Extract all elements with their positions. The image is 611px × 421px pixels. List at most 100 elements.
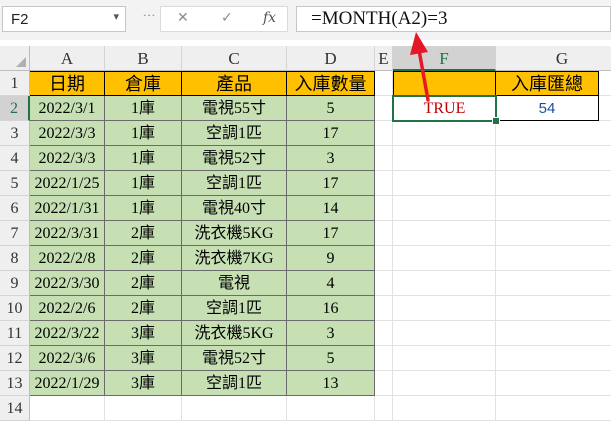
table-data-cell[interactable]: 空調1匹 [182,371,287,396]
table-data-cell[interactable]: 3 [287,146,375,171]
table-data-cell[interactable]: 17 [287,121,375,146]
table-data-cell[interactable]: 1庫 [105,146,182,171]
column-header-a[interactable]: A [30,46,105,71]
cell-empty[interactable] [375,121,393,146]
cell-empty[interactable] [375,296,393,321]
table-data-cell[interactable]: 5 [287,96,375,121]
table-data-cell[interactable]: 17 [287,221,375,246]
row-header-3[interactable]: 3 [0,121,30,146]
table-header-cell[interactable]: 倉庫 [105,71,182,96]
cell-empty[interactable] [375,196,393,221]
cell-empty[interactable] [375,346,393,371]
cell-empty[interactable] [287,396,375,421]
select-all-corner[interactable] [0,46,30,71]
table-data-cell[interactable]: 1庫 [105,196,182,221]
column-header-c[interactable]: C [182,46,287,71]
row-header-1[interactable]: 1 [0,71,30,96]
table-header-cell[interactable]: 入庫數量 [287,71,375,96]
table-data-cell[interactable]: 電視52寸 [182,346,287,371]
cell-empty[interactable] [393,246,496,271]
row-header-13[interactable]: 13 [0,371,30,396]
fill-handle[interactable] [492,117,500,125]
row-header-12[interactable]: 12 [0,346,30,371]
table-data-cell[interactable]: 2022/3/3 [30,121,105,146]
table-data-cell[interactable]: 空調1匹 [182,121,287,146]
row-header-7[interactable]: 7 [0,221,30,246]
cell-empty[interactable] [496,346,611,371]
table-data-cell[interactable]: 2022/1/31 [30,196,105,221]
table-data-cell[interactable]: 3 [287,321,375,346]
criteria-header-g1[interactable]: 入庫匯總 [496,71,599,96]
column-header-b[interactable]: B [105,46,182,71]
table-header-cell[interactable]: 產品 [182,71,287,96]
cell-empty[interactable] [393,146,496,171]
table-data-cell[interactable]: 電視 [182,271,287,296]
cell-empty[interactable] [375,96,393,121]
table-data-cell[interactable]: 5 [287,346,375,371]
table-data-cell[interactable]: 3庫 [105,346,182,371]
column-header-e[interactable]: E [375,46,393,71]
cell-empty[interactable] [375,171,393,196]
column-header-d[interactable]: D [287,46,375,71]
table-data-cell[interactable]: 空調1匹 [182,296,287,321]
cell-empty[interactable] [375,221,393,246]
column-header-f[interactable]: F [393,46,496,71]
table-data-cell[interactable]: 4 [287,271,375,296]
table-data-cell[interactable]: 1庫 [105,96,182,121]
table-data-cell[interactable]: 3庫 [105,371,182,396]
cell-empty[interactable] [496,171,611,196]
cell-empty[interactable] [375,371,393,396]
cell-empty[interactable] [393,296,496,321]
table-data-cell[interactable]: 洗衣機5KG [182,321,287,346]
formula-input[interactable]: =MONTH(A2)=3 [296,6,611,32]
table-data-cell[interactable]: 2022/1/25 [30,171,105,196]
row-header-6[interactable]: 6 [0,196,30,221]
table-data-cell[interactable]: 9 [287,246,375,271]
table-data-cell[interactable]: 2022/2/8 [30,246,105,271]
cell-empty[interactable] [496,121,611,146]
cell-empty[interactable] [496,246,611,271]
cell-empty[interactable] [496,371,611,396]
table-data-cell[interactable]: 3庫 [105,321,182,346]
row-header-4[interactable]: 4 [0,146,30,171]
cell-empty[interactable] [393,196,496,221]
cell-empty[interactable] [496,296,611,321]
cell-empty[interactable] [375,146,393,171]
row-header-9[interactable]: 9 [0,271,30,296]
table-data-cell[interactable]: 2庫 [105,271,182,296]
table-data-cell[interactable]: 2022/3/30 [30,271,105,296]
row-header-8[interactable]: 8 [0,246,30,271]
cell-empty[interactable] [393,271,496,296]
drag-handle-icon[interactable]: ⋮ [141,9,156,21]
table-data-cell[interactable]: 電視52寸 [182,146,287,171]
table-data-cell[interactable]: 洗衣機5KG [182,221,287,246]
table-data-cell[interactable]: 1庫 [105,121,182,146]
result-cell-g2[interactable]: 54 [496,96,599,121]
table-data-cell[interactable]: 2庫 [105,221,182,246]
cell-empty[interactable] [105,396,182,421]
row-header-10[interactable]: 10 [0,296,30,321]
confirm-icon[interactable]: ✓ [221,10,233,26]
column-header-g[interactable]: G [496,46,611,71]
cell-empty[interactable] [375,71,393,96]
table-data-cell[interactable]: 2022/1/29 [30,371,105,396]
cell-empty[interactable] [30,396,105,421]
name-box[interactable]: F2 ▾ [2,6,126,32]
table-data-cell[interactable]: 2022/3/6 [30,346,105,371]
criteria-cell-f2[interactable]: TRUE [393,96,496,121]
table-data-cell[interactable]: 空調1匹 [182,171,287,196]
table-data-cell[interactable]: 17 [287,171,375,196]
cell-empty[interactable] [393,371,496,396]
table-data-cell[interactable]: 14 [287,196,375,221]
cell-empty[interactable] [393,321,496,346]
cell-empty[interactable] [393,221,496,246]
table-data-cell[interactable]: 電視55寸 [182,96,287,121]
table-data-cell[interactable]: 1庫 [105,171,182,196]
row-header-14[interactable]: 14 [0,396,30,421]
cell-empty[interactable] [496,221,611,246]
cell-empty[interactable] [496,271,611,296]
fx-icon[interactable]: fx [263,10,276,26]
table-data-cell[interactable]: 2庫 [105,246,182,271]
row-header-5[interactable]: 5 [0,171,30,196]
table-data-cell[interactable]: 13 [287,371,375,396]
